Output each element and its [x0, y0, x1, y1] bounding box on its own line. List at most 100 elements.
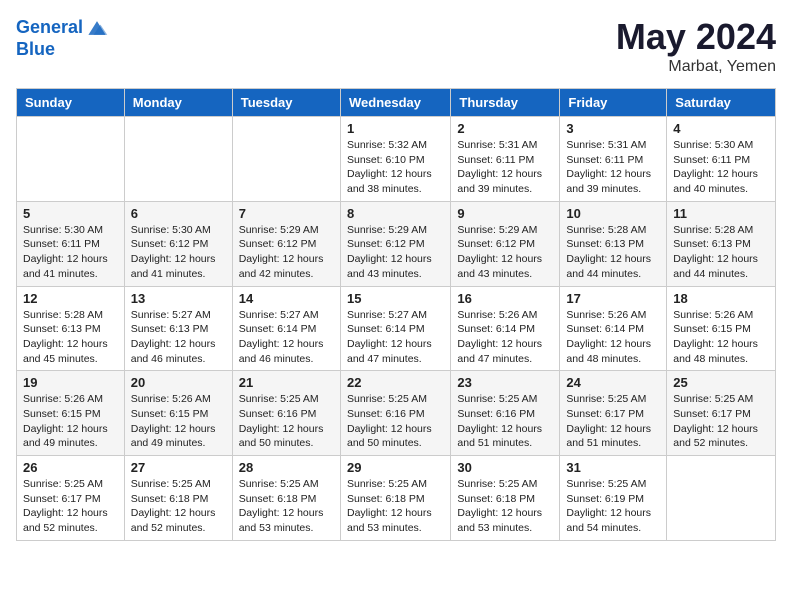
calendar-cell: 9Sunrise: 5:29 AMSunset: 6:12 PMDaylight… [451, 201, 560, 286]
day-number: 14 [239, 291, 334, 306]
calendar-cell: 3Sunrise: 5:31 AMSunset: 6:11 PMDaylight… [560, 117, 667, 202]
day-number: 30 [457, 460, 553, 475]
calendar-cell: 16Sunrise: 5:26 AMSunset: 6:14 PMDayligh… [451, 286, 560, 371]
day-info-line: Daylight: 12 hours and 47 minutes. [347, 337, 444, 366]
day-info-line: Daylight: 12 hours and 51 minutes. [457, 422, 553, 451]
day-info-line: Daylight: 12 hours and 54 minutes. [566, 506, 660, 535]
day-number: 28 [239, 460, 334, 475]
day-info-line: Sunset: 6:15 PM [673, 322, 769, 337]
calendar-cell: 10 Sunrise: 5:28 AMSunset: 6:13 PMDayligh… [560, 201, 667, 286]
day-info-line: Sunset: 6:13 PM [673, 237, 769, 252]
month-title: May 2024 [616, 16, 776, 58]
day-info: Sunrise: 5:30 AMSunset: 6:11 PMDaylight:… [23, 223, 118, 282]
day-info-line: Sunrise: 5:30 AM [131, 223, 226, 238]
day-info-line: Daylight: 12 hours and 52 minutes. [23, 506, 118, 535]
day-info: Sunrise: 5:25 AMSunset: 6:18 PMDaylight:… [457, 477, 553, 536]
calendar-cell [17, 117, 125, 202]
day-info-line: Sunset: 6:13 PM [566, 237, 660, 252]
day-info-line: Sunrise: 5:26 AM [566, 308, 660, 323]
calendar-cell: 17 Sunrise: 5:26 AMSunset: 6:14 PMDayligh… [560, 286, 667, 371]
calendar-cell: 20Sunrise: 5:26 AMSunset: 6:15 PMDayligh… [124, 371, 232, 456]
calendar-cell: 22 Sunrise: 5:25 AMSunset: 6:16 PMDayligh… [340, 371, 450, 456]
day-info-line: Sunrise: 5:32 AM [347, 138, 444, 153]
day-info-line: Sunrise: 5:25 AM [347, 477, 444, 492]
day-info-line: Sunset: 6:18 PM [347, 492, 444, 507]
day-info-line: Sunset: 6:11 PM [23, 237, 118, 252]
day-info-line: Sunset: 6:14 PM [347, 322, 444, 337]
day-info-line: Sunset: 6:15 PM [23, 407, 118, 422]
day-number: 13 [131, 291, 226, 306]
day-info-line: Sunset: 6:17 PM [23, 492, 118, 507]
day-info-line: Sunrise: 5:25 AM [566, 392, 660, 407]
day-info: Sunrise: 5:30 AMSunset: 6:11 PMDaylight:… [673, 138, 769, 197]
day-number: 29 [347, 460, 444, 475]
day-info-line: Sunrise: 5:26 AM [673, 308, 769, 323]
day-info: Sunrise: 5:25 AMSunset: 6:16 PMDaylight:… [239, 392, 334, 451]
day-info-line: Daylight: 12 hours and 47 minutes. [457, 337, 553, 366]
day-info-line: Sunrise: 5:25 AM [457, 477, 553, 492]
day-number: 2 [457, 121, 553, 136]
weekday-friday: Friday [560, 89, 667, 117]
day-info: Sunrise: 5:26 AMSunset: 6:15 PMDaylight:… [23, 392, 118, 451]
title-block: May 2024 Marbat, Yemen [616, 16, 776, 76]
calendar-cell [124, 117, 232, 202]
calendar-cell: 1 Sunrise: 5:32 AMSunset: 6:10 PMDaylight… [340, 117, 450, 202]
day-info-line: Sunset: 6:14 PM [239, 322, 334, 337]
day-info: Sunrise: 5:26 AMSunset: 6:14 PMDaylight:… [566, 308, 660, 367]
day-info-line: Daylight: 12 hours and 45 minutes. [23, 337, 118, 366]
weekday-saturday: Saturday [667, 89, 776, 117]
day-info-line: Daylight: 12 hours and 53 minutes. [239, 506, 334, 535]
calendar: SundayMondayTuesdayWednesdayThursdayFrid… [16, 88, 776, 541]
day-info-line: Sunset: 6:12 PM [239, 237, 334, 252]
day-info-line: Daylight: 12 hours and 49 minutes. [131, 422, 226, 451]
weekday-tuesday: Tuesday [232, 89, 340, 117]
calendar-cell [232, 117, 340, 202]
calendar-cell [667, 456, 776, 541]
day-info-line: Sunset: 6:13 PM [23, 322, 118, 337]
day-number: 22 [347, 375, 444, 390]
day-info: Sunrise: 5:25 AMSunset: 6:18 PMDaylight:… [131, 477, 226, 536]
calendar-cell: 29 Sunrise: 5:25 AMSunset: 6:18 PMDayligh… [340, 456, 450, 541]
week-row-1: 1Sunrise: 5:32 AMSunset: 6:10 PMDaylight… [17, 117, 776, 202]
day-info-line: Daylight: 12 hours and 39 minutes. [566, 167, 660, 196]
calendar-cell: 24Sunrise: 5:25 AMSunset: 6:17 PMDayligh… [560, 371, 667, 456]
day-info-line: Daylight: 12 hours and 43 minutes. [457, 252, 553, 281]
day-number: 17 [566, 291, 660, 306]
week-row-3: 12Sunrise: 5:28 AMSunset: 6:13 PMDayligh… [17, 286, 776, 371]
day-info: Sunrise: 5:30 AMSunset: 6:12 PMDaylight:… [131, 223, 226, 282]
calendar-cell: 14 Sunrise: 5:27 AMSunset: 6:14 PMDayligh… [232, 286, 340, 371]
calendar-cell: 27Sunrise: 5:25 AMSunset: 6:18 PMDayligh… [124, 456, 232, 541]
day-number: 4 [673, 121, 769, 136]
day-info-line: Daylight: 12 hours and 48 minutes. [566, 337, 660, 366]
day-info-line: Sunrise: 5:30 AM [673, 138, 769, 153]
day-info: Sunrise: 5:27 AMSunset: 6:14 PMDaylight:… [239, 308, 334, 367]
day-number: 7 [239, 206, 334, 221]
day-number: 18 [673, 291, 769, 306]
day-info-line: Daylight: 12 hours and 44 minutes. [566, 252, 660, 281]
day-number: 19 [23, 375, 118, 390]
day-info: Sunrise: 5:25 AMSunset: 6:18 PMDaylight:… [347, 477, 444, 536]
day-info-line: Daylight: 12 hours and 39 minutes. [457, 167, 553, 196]
day-number: 11 [673, 206, 769, 221]
day-info-line: Sunset: 6:12 PM [457, 237, 553, 252]
day-number: 10 [566, 206, 660, 221]
day-info-line: Sunset: 6:11 PM [673, 153, 769, 168]
day-info-line: Daylight: 12 hours and 52 minutes. [673, 422, 769, 451]
day-info-line: Sunset: 6:16 PM [347, 407, 444, 422]
week-row-4: 19 Sunrise: 5:26 AMSunset: 6:15 PMDayligh… [17, 371, 776, 456]
day-number: 5 [23, 206, 118, 221]
day-info-line: Sunset: 6:14 PM [457, 322, 553, 337]
day-info: Sunrise: 5:25 AMSunset: 6:16 PMDaylight:… [347, 392, 444, 451]
day-number: 8 [347, 206, 444, 221]
day-info-line: Sunset: 6:10 PM [347, 153, 444, 168]
day-info-line: Sunrise: 5:28 AM [566, 223, 660, 238]
day-info: Sunrise: 5:29 AMSunset: 6:12 PMDaylight:… [457, 223, 553, 282]
day-number: 1 [347, 121, 444, 136]
day-info: Sunrise: 5:31 AMSunset: 6:11 PMDaylight:… [566, 138, 660, 197]
calendar-cell: 15Sunrise: 5:27 AMSunset: 6:14 PMDayligh… [340, 286, 450, 371]
weekday-wednesday: Wednesday [340, 89, 450, 117]
day-info: Sunrise: 5:32 AMSunset: 6:10 PMDaylight:… [347, 138, 444, 197]
day-info-line: Sunrise: 5:25 AM [673, 392, 769, 407]
day-info: Sunrise: 5:25 AMSunset: 6:16 PMDaylight:… [457, 392, 553, 451]
calendar-cell: 11Sunrise: 5:28 AMSunset: 6:13 PMDayligh… [667, 201, 776, 286]
